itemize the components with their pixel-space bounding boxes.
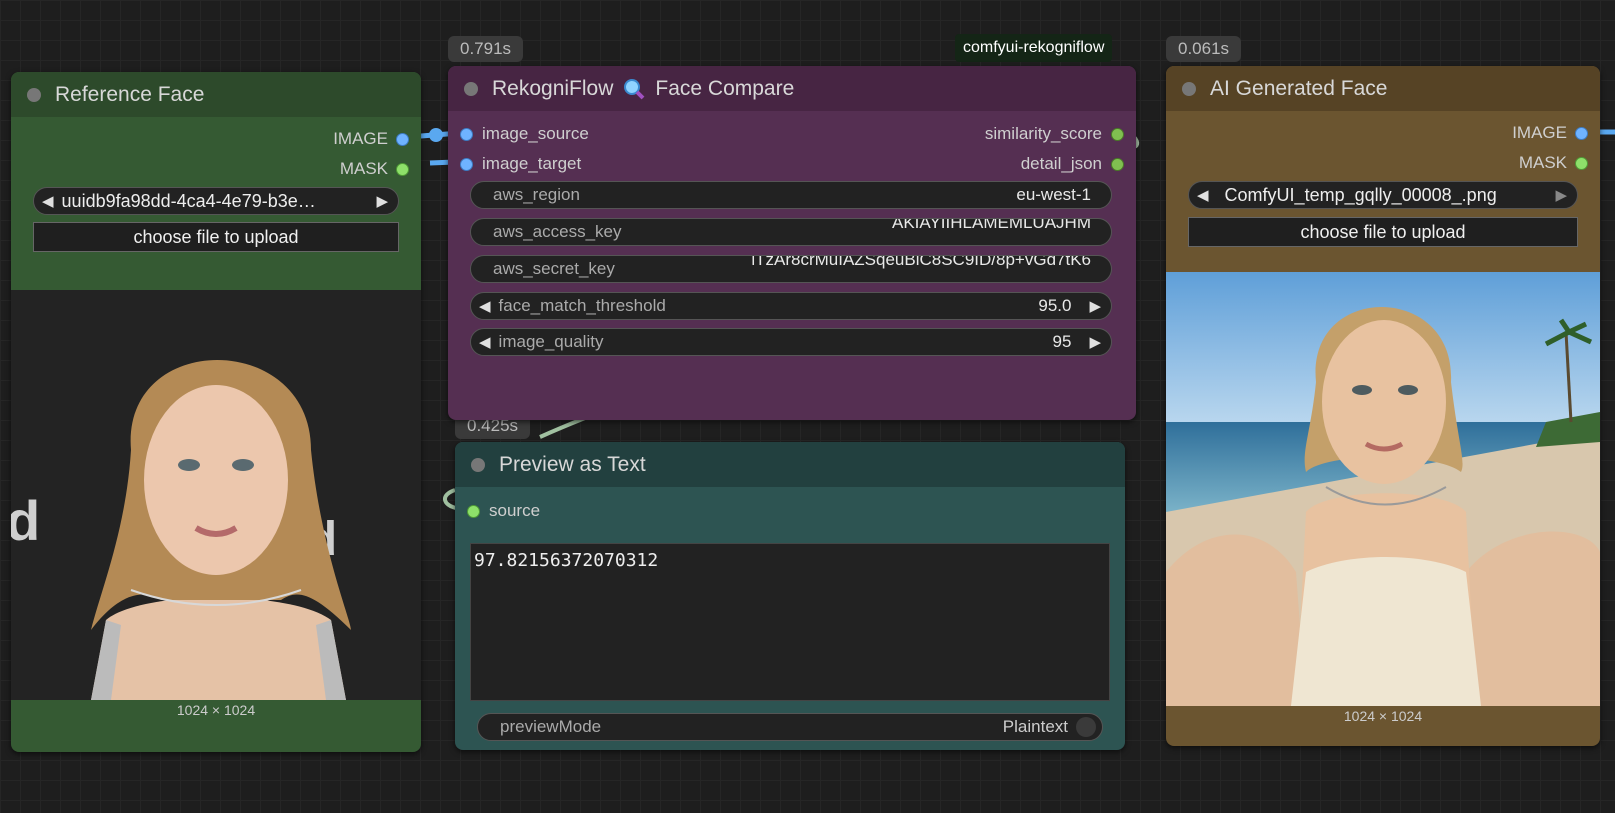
reference-face-node[interactable]: Reference Face IMAGE MASK ◀ uuidb9fa98dd… [11, 72, 421, 752]
node-header[interactable]: RekogniFlow Face Compare [448, 66, 1136, 111]
image-dimensions: 1024 × 1024 [1343, 708, 1423, 724]
node-title-prefix: RekogniFlow [492, 76, 614, 100]
input-dot[interactable] [460, 157, 473, 171]
node-title: Preview as Text [499, 452, 646, 476]
collapse-toggle[interactable] [27, 87, 41, 102]
node-header[interactable]: Preview as Text [455, 442, 1125, 487]
preview-mode-toggle[interactable]: previewMode Plaintext [477, 713, 1103, 741]
output-image[interactable]: IMAGE [333, 129, 409, 149]
reference-portrait: d ad [11, 290, 421, 700]
image-file-combo[interactable]: ◀ ComfyUI_temp_gqlly_00008_.png ▶ [1188, 181, 1578, 209]
output-dot[interactable] [396, 132, 409, 146]
node-header[interactable]: AI Generated Face [1166, 66, 1600, 111]
aws-secret-key-field[interactable]: aws_secret_key iTzAr8crMuIAZSqeuBiC8SC9I… [470, 255, 1112, 283]
arrow-right-icon[interactable]: ▶ [1555, 186, 1567, 204]
preview-textarea[interactable]: 97.82156372070312 [470, 543, 1110, 701]
arrow-left-icon[interactable]: ◀ [1197, 186, 1209, 204]
input-image-target[interactable]: image_target [460, 154, 581, 174]
magnifier-icon [623, 78, 645, 100]
combo-value: ComfyUI_temp_gqlly_00008_.png [1224, 184, 1497, 205]
ai-image-preview [1166, 272, 1600, 706]
preview-as-text-node[interactable]: Preview as Text source 97.82156372070312… [455, 442, 1125, 750]
input-dot[interactable] [467, 504, 480, 518]
aws-region-field[interactable]: aws_region eu-west-1 [470, 181, 1112, 209]
aws-access-key-field[interactable]: aws_access_key AKIAYIIHLAMEMLUAJHM [470, 218, 1112, 246]
node-header[interactable]: Reference Face [11, 72, 421, 117]
wire-to-preview [539, 416, 586, 439]
output-image[interactable]: IMAGE [1512, 123, 1588, 143]
image-quality-stepper[interactable]: ◀ image_quality 95 ▶ [470, 328, 1112, 356]
upload-button[interactable]: choose file to upload [1188, 217, 1578, 247]
collapse-toggle[interactable] [471, 457, 485, 472]
collapse-toggle[interactable] [1182, 81, 1196, 96]
output-dot[interactable] [1111, 127, 1124, 141]
node-title-suffix: Face Compare [655, 76, 795, 100]
ai-time-badge: 0.061s [1166, 36, 1242, 62]
input-image-source[interactable]: image_source [460, 124, 589, 144]
output-mask[interactable]: MASK [340, 159, 409, 179]
output-similarity-score[interactable]: similarity_score [985, 124, 1124, 144]
package-badge: comfyui-rekogniflow [955, 34, 1113, 62]
node-title: AI Generated Face [1210, 76, 1388, 100]
input-dot[interactable] [460, 127, 473, 141]
svg-text:d: d [11, 489, 40, 552]
image-file-combo[interactable]: ◀ uuidb9fa98dd-4ca4-4e79-b3e… ▶ [33, 187, 399, 215]
output-dot[interactable] [1111, 157, 1124, 171]
arrow-left-icon[interactable]: ◀ [479, 333, 491, 351]
output-dot[interactable] [1575, 126, 1588, 140]
ai-generated-face-node[interactable]: AI Generated Face IMAGE MASK ◀ ComfyUI_t… [1166, 66, 1600, 746]
output-dot[interactable] [396, 162, 409, 176]
reference-image-preview: d ad [11, 290, 421, 700]
ai-portrait [1166, 272, 1600, 706]
wire-reroute-dot [429, 128, 443, 142]
arrow-right-icon[interactable]: ▶ [1089, 297, 1101, 315]
arrow-right-icon[interactable]: ▶ [1089, 333, 1101, 351]
arrow-right-icon[interactable]: ▶ [376, 192, 388, 210]
toggle-knob[interactable] [1076, 717, 1096, 737]
arrow-left-icon[interactable]: ◀ [479, 297, 491, 315]
collapse-toggle[interactable] [464, 81, 478, 96]
output-detail-json[interactable]: detail_json [1021, 154, 1124, 174]
combo-value: uuidb9fa98dd-4ca4-4e79-b3e… [61, 190, 316, 211]
image-dimensions: 1024 × 1024 [176, 702, 256, 718]
output-dot[interactable] [1575, 156, 1588, 170]
output-mask[interactable]: MASK [1519, 153, 1588, 173]
input-source[interactable]: source [467, 501, 540, 521]
node-title: Reference Face [55, 82, 205, 106]
compare-time-badge: 0.791s [448, 36, 524, 62]
upload-button[interactable]: choose file to upload [33, 222, 399, 252]
arrow-left-icon[interactable]: ◀ [42, 192, 54, 210]
face-match-threshold-stepper[interactable]: ◀ face_match_threshold 95.0 ▶ [470, 292, 1112, 320]
face-compare-node[interactable]: RekogniFlow Face Compare image_source im… [448, 66, 1136, 420]
